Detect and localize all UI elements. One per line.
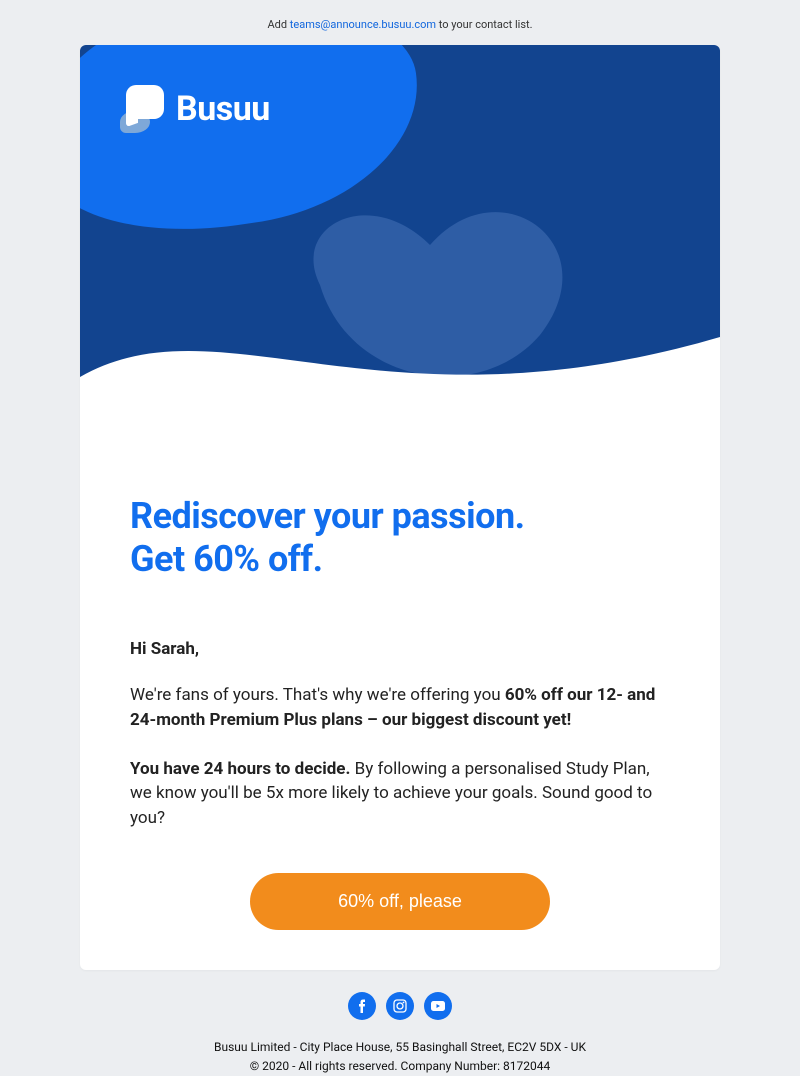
instagram-icon[interactable]	[386, 992, 414, 1020]
greeting: Hi Sarah,	[130, 639, 670, 659]
preheader-prefix: Add	[267, 18, 289, 31]
para1-text: We're fans of yours. That's why we're of…	[130, 685, 505, 705]
email-card: Busuu Rediscover your passion. Get 60% o…	[80, 45, 720, 970]
content-section: Rediscover your passion. Get 60% off. Hi…	[80, 425, 720, 970]
preheader-suffix: to your contact list.	[436, 18, 532, 31]
preheader-email-link[interactable]: teams@announce.busuu.com	[290, 18, 436, 31]
headline: Rediscover your passion. Get 60% off.	[130, 495, 670, 581]
headline-line-1: Rediscover your passion.	[130, 495, 670, 538]
cta-button[interactable]: 60% off, please	[250, 873, 550, 930]
logo-mark-icon	[120, 85, 164, 133]
footer-copyright: © 2020 - All rights reserved. Company Nu…	[80, 1057, 720, 1076]
headline-line-2: Get 60% off.	[130, 538, 670, 581]
footer: Busuu Limited - City Place House, 55 Bas…	[80, 992, 720, 1076]
para2-bold: You have 24 hours to decide.	[130, 759, 350, 779]
wave-divider	[80, 317, 720, 425]
youtube-icon[interactable]	[424, 992, 452, 1020]
footer-address: Busuu Limited - City Place House, 55 Bas…	[80, 1038, 720, 1057]
preheader-text: Add teams@announce.busuu.com to your con…	[0, 0, 800, 45]
brand-name: Busuu	[176, 89, 270, 129]
paragraph-1: We're fans of yours. That's why we're of…	[130, 683, 670, 732]
social-links	[80, 992, 720, 1020]
brand-logo: Busuu	[120, 85, 270, 133]
hero-section: Busuu	[80, 45, 720, 425]
paragraph-2: You have 24 hours to decide. By followin…	[130, 757, 670, 831]
facebook-icon[interactable]	[348, 992, 376, 1020]
